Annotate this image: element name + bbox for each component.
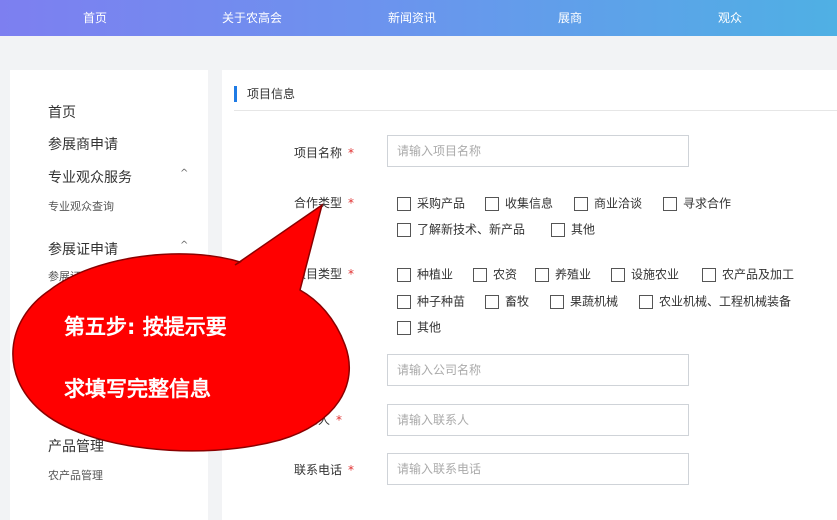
- callout-text-line2: 求填写完整信息: [64, 377, 211, 401]
- checkbox-box[interactable]: [551, 222, 565, 237]
- section-title: 项目信息: [234, 86, 295, 102]
- checkbox-box[interactable]: [473, 267, 487, 282]
- project-type-checkbox[interactable]: 农业机械、工程机械装备: [639, 293, 791, 309]
- checkbox-box[interactable]: [397, 294, 411, 309]
- nav-exhibitors[interactable]: 展商: [558, 0, 582, 36]
- checkbox-box[interactable]: [485, 196, 499, 211]
- sidebar-subitem-audience-query[interactable]: 专业观众查询: [48, 198, 114, 214]
- checkbox-box[interactable]: [397, 196, 411, 211]
- project-type-checkbox[interactable]: 其他: [397, 319, 441, 335]
- coop-type-checkbox[interactable]: 了解新技术、新产品: [397, 221, 525, 237]
- sidebar-item-pro-audience[interactable]: 专业观众服务: [48, 167, 132, 187]
- coop-type-checkbox[interactable]: 收集信息: [485, 195, 553, 211]
- main-panel: 项目信息 项目名称* 合作类型* 采购产品 收集信息 商业洽谈 寻求合作 了解新…: [222, 70, 837, 520]
- checkbox-box[interactable]: [639, 294, 653, 309]
- project-type-checkbox[interactable]: 畜牧: [485, 293, 529, 309]
- coop-type-checkbox[interactable]: 商业洽谈: [574, 195, 642, 211]
- sidebar-subitem-agri-product[interactable]: 农产品管理: [48, 467, 103, 483]
- chevron-up-icon[interactable]: ^: [180, 240, 188, 251]
- project-name-label: 项目名称 *: [294, 146, 355, 160]
- nav-news[interactable]: 新闻资讯: [388, 0, 436, 36]
- checkbox-box[interactable]: [702, 267, 716, 282]
- project-type-checkbox[interactable]: 农资: [473, 266, 517, 282]
- company-name-label: 称: [322, 365, 335, 379]
- sidebar-item-exhibitor-apply[interactable]: 参展商申请: [48, 134, 118, 154]
- section-divider: [234, 110, 837, 111]
- sidebar-item-product-manage[interactable]: 产品管理: [48, 436, 104, 456]
- chevron-up-icon[interactable]: ^: [180, 168, 188, 179]
- project-type-checkbox[interactable]: 种子种苗: [397, 293, 465, 309]
- contact-input[interactable]: [387, 404, 689, 436]
- project-type-checkbox[interactable]: 果蔬机械: [550, 293, 618, 309]
- checkbox-box[interactable]: [611, 267, 625, 282]
- callout-text-line1: 第五步: 按提示要: [64, 315, 227, 339]
- phone-input[interactable]: [387, 453, 689, 485]
- coop-type-checkbox[interactable]: 采购产品: [397, 195, 465, 211]
- company-name-input[interactable]: [387, 354, 689, 386]
- sidebar-subitem-pass[interactable]: 参展证: [48, 268, 81, 284]
- sidebar-item-pass-apply[interactable]: 参展证申请: [48, 239, 118, 259]
- coop-type-checkbox[interactable]: 其他: [551, 221, 595, 237]
- contact-label: 联系人 *: [294, 413, 343, 427]
- checkbox-box[interactable]: [550, 294, 564, 309]
- project-type-label: 项目类型 *: [294, 267, 355, 281]
- checkbox-box[interactable]: [574, 196, 588, 211]
- coop-type-checkbox[interactable]: 寻求合作: [663, 195, 731, 211]
- nav-about[interactable]: 关于农高会: [222, 0, 282, 36]
- nav-home[interactable]: 首页: [83, 0, 107, 36]
- checkbox-box[interactable]: [397, 267, 411, 282]
- nav-audience[interactable]: 观众: [718, 0, 742, 36]
- project-type-checkbox[interactable]: 养殖业: [535, 266, 591, 282]
- checkbox-box[interactable]: [535, 267, 549, 282]
- project-name-input[interactable]: [387, 135, 689, 167]
- checkbox-box[interactable]: [397, 320, 411, 335]
- checkbox-box[interactable]: [663, 196, 677, 211]
- top-nav: 首页 关于农高会 新闻资讯 展商 观众: [0, 0, 837, 36]
- project-type-checkbox[interactable]: 种植业: [397, 266, 453, 282]
- project-type-checkbox[interactable]: 设施农业: [611, 266, 679, 282]
- project-type-checkbox[interactable]: 农产品及加工: [702, 266, 794, 282]
- checkbox-box[interactable]: [485, 294, 499, 309]
- checkbox-box[interactable]: [397, 222, 411, 237]
- phone-label: 联系电话 *: [294, 463, 355, 477]
- sidebar-item-home[interactable]: 首页: [48, 102, 76, 122]
- sidebar: 首页 参展商申请 专业观众服务 ^ 专业观众查询 参展证申请 ^ 参展证 产品管…: [10, 70, 208, 520]
- coop-type-label: 合作类型 *: [294, 196, 355, 210]
